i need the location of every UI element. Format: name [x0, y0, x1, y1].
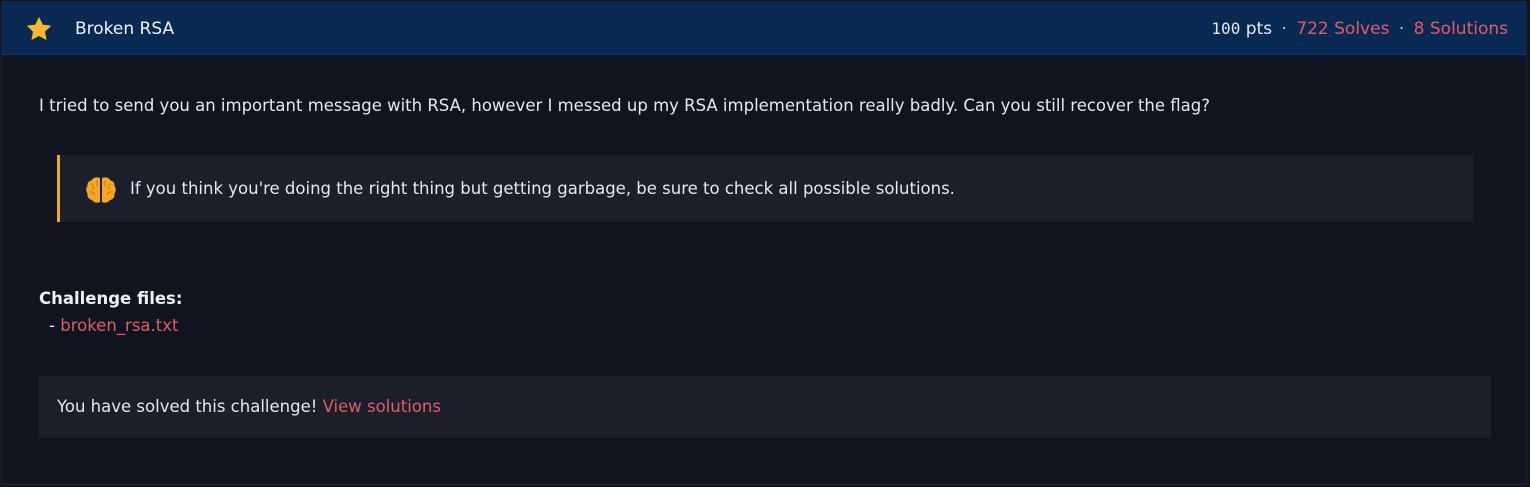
points-value: 100 — [1211, 19, 1241, 38]
points-unit: pts — [1245, 19, 1273, 39]
challenge-meta: 100 pts · 722 Solves · 8 Solutions — [1211, 18, 1508, 40]
challenge-files-label: Challenge files: — [39, 289, 183, 308]
solves-link[interactable]: 722 Solves — [1296, 19, 1389, 39]
challenge-card: Broken RSA 100 pts · 722 Solves · 8 Solu… — [1, 1, 1527, 485]
brain-icon — [86, 177, 116, 203]
hint-callout: If you think you're doing the right thin… — [57, 155, 1473, 222]
file-link-broken-rsa[interactable]: broken_rsa.txt — [60, 316, 178, 335]
challenge-title: Broken RSA — [75, 19, 175, 39]
solved-banner: You have solved this challenge! View sol… — [39, 376, 1491, 438]
star-icon[interactable] — [26, 16, 52, 42]
challenge-header[interactable]: Broken RSA 100 pts · 722 Solves · 8 Solu… — [2, 2, 1526, 55]
view-solutions-link[interactable]: View solutions — [323, 397, 441, 416]
solved-text: You have solved this challenge! — [57, 397, 318, 416]
hint-text: If you think you're doing the right thin… — [130, 179, 955, 198]
challenge-description: I tried to send you an important message… — [39, 96, 1211, 115]
solutions-link[interactable]: 8 Solutions — [1414, 19, 1508, 39]
file-bullet: - — [49, 316, 55, 335]
file-list-item: - broken_rsa.txt — [49, 315, 178, 337]
separator: · — [1281, 19, 1287, 39]
separator: · — [1398, 19, 1405, 39]
solved-message: You have solved this challenge! View sol… — [57, 396, 441, 418]
